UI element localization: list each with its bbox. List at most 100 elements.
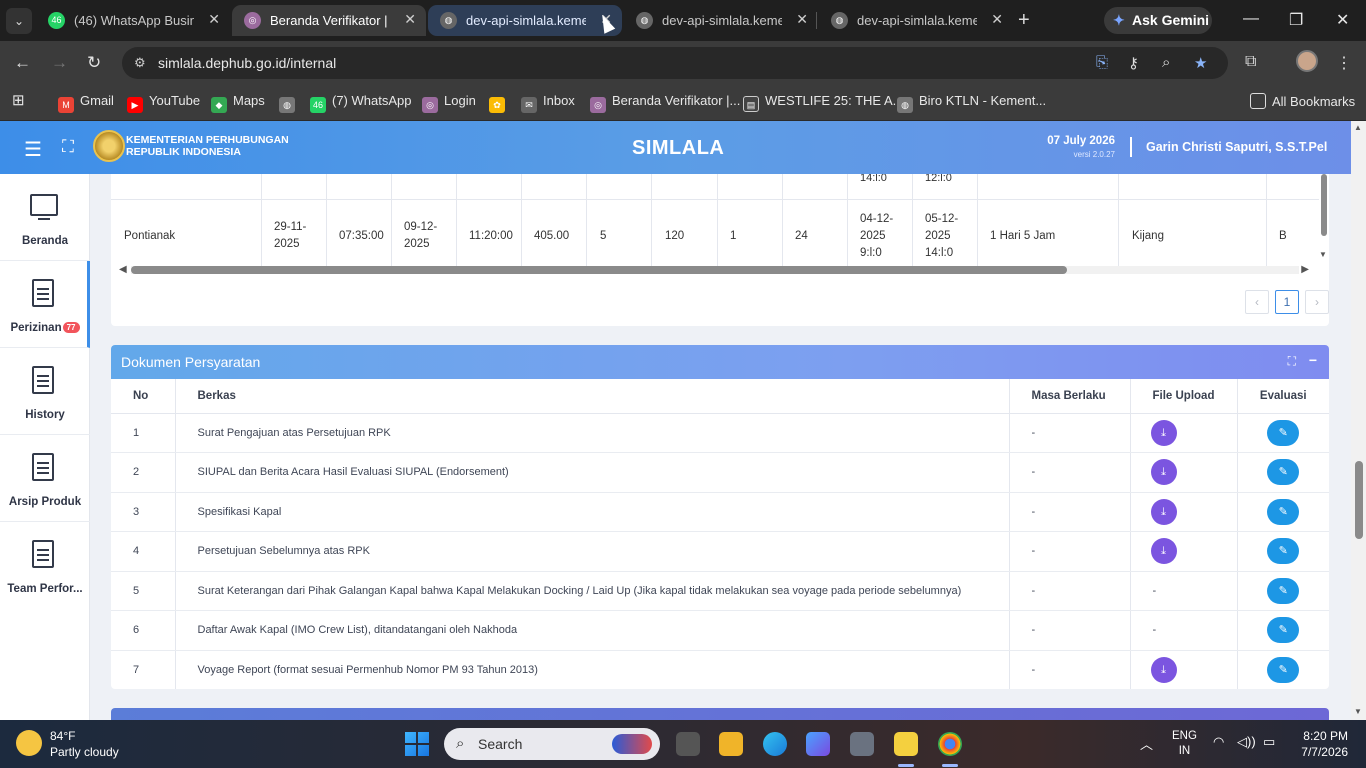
scrollbar-thumb[interactable]: [131, 266, 1067, 274]
file-explorer-icon[interactable]: [719, 732, 743, 756]
weather-description[interactable]: Partly cloudy: [50, 745, 119, 759]
close-icon[interactable]: ✕: [208, 11, 220, 28]
bookmark-westlife[interactable]: ▤ WESTLIFE 25: THE A...: [743, 93, 903, 112]
language-indicator[interactable]: ENG IN: [1172, 729, 1197, 759]
browser-tab-dev-api-2[interactable]: ◍ dev-api-simlala.kemen ✕: [624, 5, 818, 36]
expand-icon[interactable]: ⛶: [1288, 354, 1296, 369]
sticky-notes-icon[interactable]: [894, 732, 918, 756]
address-bar[interactable]: ⚙ simlala.dephub.go.id/internal ⎘ ⚷ ⌕ ★: [122, 47, 1228, 79]
volume-icon[interactable]: ◁)): [1237, 734, 1256, 750]
new-tab-icon[interactable]: +: [1018, 9, 1030, 32]
extensions-icon[interactable]: ⧉: [1245, 53, 1256, 71]
download-button[interactable]: ⤓: [1150, 459, 1177, 486]
bookmark-beranda[interactable]: ◎ Beranda Verifikator |...: [590, 93, 740, 113]
ask-gemini-button[interactable]: ✦ Ask Gemini: [1104, 7, 1212, 34]
maximize-icon[interactable]: ❐: [1289, 10, 1303, 30]
install-app-icon[interactable]: ⎘: [1096, 54, 1108, 71]
bookmark-photos[interactable]: ✿: [489, 93, 511, 113]
bookmark-globe[interactable]: ◍: [279, 93, 301, 113]
table-vertical-scrollbar[interactable]: ▼: [1319, 174, 1329, 264]
browser-tab-dev-api-1[interactable]: ◍ dev-api-simlala.kemen ✕: [428, 5, 622, 36]
sidebar-item-beranda[interactable]: Beranda: [0, 174, 90, 261]
bookmark-whatsapp[interactable]: 46 (7) WhatsApp: [310, 93, 411, 113]
bookmark-star-icon[interactable]: ★: [1194, 54, 1207, 72]
close-window-icon[interactable]: ✕: [1336, 10, 1349, 30]
table-horizontal-scrollbar[interactable]: ◀ ▶: [119, 264, 1309, 276]
bookmark-login[interactable]: ◎ Login: [422, 93, 476, 113]
fullscreen-icon[interactable]: ⛶: [62, 137, 74, 157]
bookmark-gmail[interactable]: M Gmail: [58, 93, 114, 113]
chrome-icon[interactable]: [938, 732, 962, 756]
browser-tab-beranda[interactable]: ◎ Beranda Verifikator | Si ✕: [232, 5, 426, 36]
clock-time[interactable]: 8:20 PM: [1300, 729, 1348, 743]
page-scrollbar[interactable]: ▲ ▼: [1351, 121, 1366, 720]
close-icon[interactable]: ✕: [796, 11, 808, 28]
scroll-up-icon[interactable]: ▲: [1354, 123, 1362, 132]
scroll-down-icon[interactable]: ▼: [1319, 250, 1327, 259]
scroll-down-icon[interactable]: ▼: [1354, 707, 1362, 716]
wifi-icon[interactable]: ◠: [1213, 734, 1224, 750]
user-name[interactable]: Garin Christi Saputri, S.S.T.Pel: [1146, 140, 1327, 154]
download-button[interactable]: ⤓: [1150, 419, 1177, 446]
edit-evaluation-button[interactable]: ✎: [1267, 538, 1300, 565]
weather-temperature[interactable]: 84°F: [50, 729, 75, 743]
apps-grid-icon[interactable]: ⊞: [12, 91, 25, 109]
bookmark-youtube[interactable]: ▶ YouTube: [127, 93, 200, 113]
scrollbar-thumb[interactable]: [1321, 174, 1327, 236]
cell-evaluation: ✎: [1237, 413, 1329, 453]
page-prev-button[interactable]: ‹: [1245, 290, 1269, 314]
hamburger-menu-icon[interactable]: ☰: [24, 137, 42, 162]
sidebar-item-arsip-produk[interactable]: Arsip Produk: [0, 435, 90, 522]
document-icon: [32, 279, 54, 307]
close-icon[interactable]: ✕: [991, 11, 1003, 28]
app-icon[interactable]: [806, 732, 830, 756]
all-bookmarks[interactable]: All Bookmarks: [1250, 93, 1355, 109]
scroll-right-icon[interactable]: ▶: [1301, 264, 1309, 275]
download-button[interactable]: ⤓: [1150, 498, 1177, 525]
edit-evaluation-button[interactable]: ✎: [1267, 617, 1300, 644]
edit-evaluation-button[interactable]: ✎: [1267, 656, 1300, 683]
cell-validity: -: [1009, 610, 1131, 651]
menu-dots-icon[interactable]: ⋮: [1336, 53, 1352, 73]
avatar[interactable]: [1296, 50, 1318, 72]
edit-evaluation-button[interactable]: ✎: [1267, 459, 1300, 486]
forward-icon[interactable]: →: [51, 53, 68, 73]
page-1-button[interactable]: 1: [1275, 290, 1299, 314]
scrollbar-thumb[interactable]: [1355, 461, 1363, 539]
edit-evaluation-button[interactable]: ✎: [1267, 419, 1300, 446]
bookmark-maps[interactable]: ◆ Maps: [211, 93, 265, 113]
tab-search-icon[interactable]: ⌄: [6, 8, 32, 34]
sidebar-item-team-performance[interactable]: Team Perfor...: [0, 522, 90, 609]
sidebar-item-label: History: [25, 409, 65, 421]
camera-icon[interactable]: [850, 732, 874, 756]
site-info-icon[interactable]: ⚙: [134, 55, 146, 71]
sidebar-item-perizinan[interactable]: Perizinan 77: [0, 261, 90, 348]
cell-time2: 11:20:00: [469, 230, 513, 242]
taskbar-search[interactable]: ⌕ Search: [444, 728, 660, 760]
scroll-left-icon[interactable]: ◀: [119, 264, 127, 275]
battery-icon[interactable]: ▭: [1263, 734, 1275, 750]
download-button[interactable]: ⤓: [1150, 656, 1177, 683]
task-view-icon[interactable]: [676, 732, 700, 756]
edit-evaluation-button[interactable]: ✎: [1267, 577, 1300, 604]
clock-date[interactable]: 7/7/2026: [1300, 745, 1348, 759]
download-button[interactable]: ⤓: [1150, 538, 1177, 565]
edge-icon[interactable]: [763, 732, 787, 756]
page-next-button[interactable]: ›: [1305, 290, 1329, 314]
bookmark-biro-ktln[interactable]: ◍ Biro KTLN - Kement...: [897, 93, 1046, 113]
collapse-icon[interactable]: −: [1309, 352, 1317, 368]
zoom-icon[interactable]: ⌕: [1162, 54, 1170, 71]
browser-tab-whatsapp[interactable]: 46 (46) WhatsApp Busines ✕: [36, 5, 230, 36]
reload-icon[interactable]: ↻: [87, 53, 101, 73]
close-icon[interactable]: ✕: [404, 11, 416, 28]
cell-file: Spesifikasi Kapal: [175, 492, 1010, 532]
weather-icon[interactable]: [16, 730, 42, 756]
minimize-icon[interactable]: —: [1243, 10, 1259, 28]
password-key-icon[interactable]: ⚷: [1128, 54, 1139, 72]
browser-tab-dev-api-3[interactable]: ◍ dev-api-simlala.kemen ✕: [819, 5, 1013, 36]
back-icon[interactable]: ←: [14, 53, 31, 73]
bookmark-inbox[interactable]: ✉ Inbox: [521, 93, 575, 113]
edit-evaluation-button[interactable]: ✎: [1267, 498, 1300, 525]
tray-overflow-icon[interactable]: ︿: [1140, 734, 1153, 753]
sidebar-item-history[interactable]: History: [0, 348, 90, 435]
